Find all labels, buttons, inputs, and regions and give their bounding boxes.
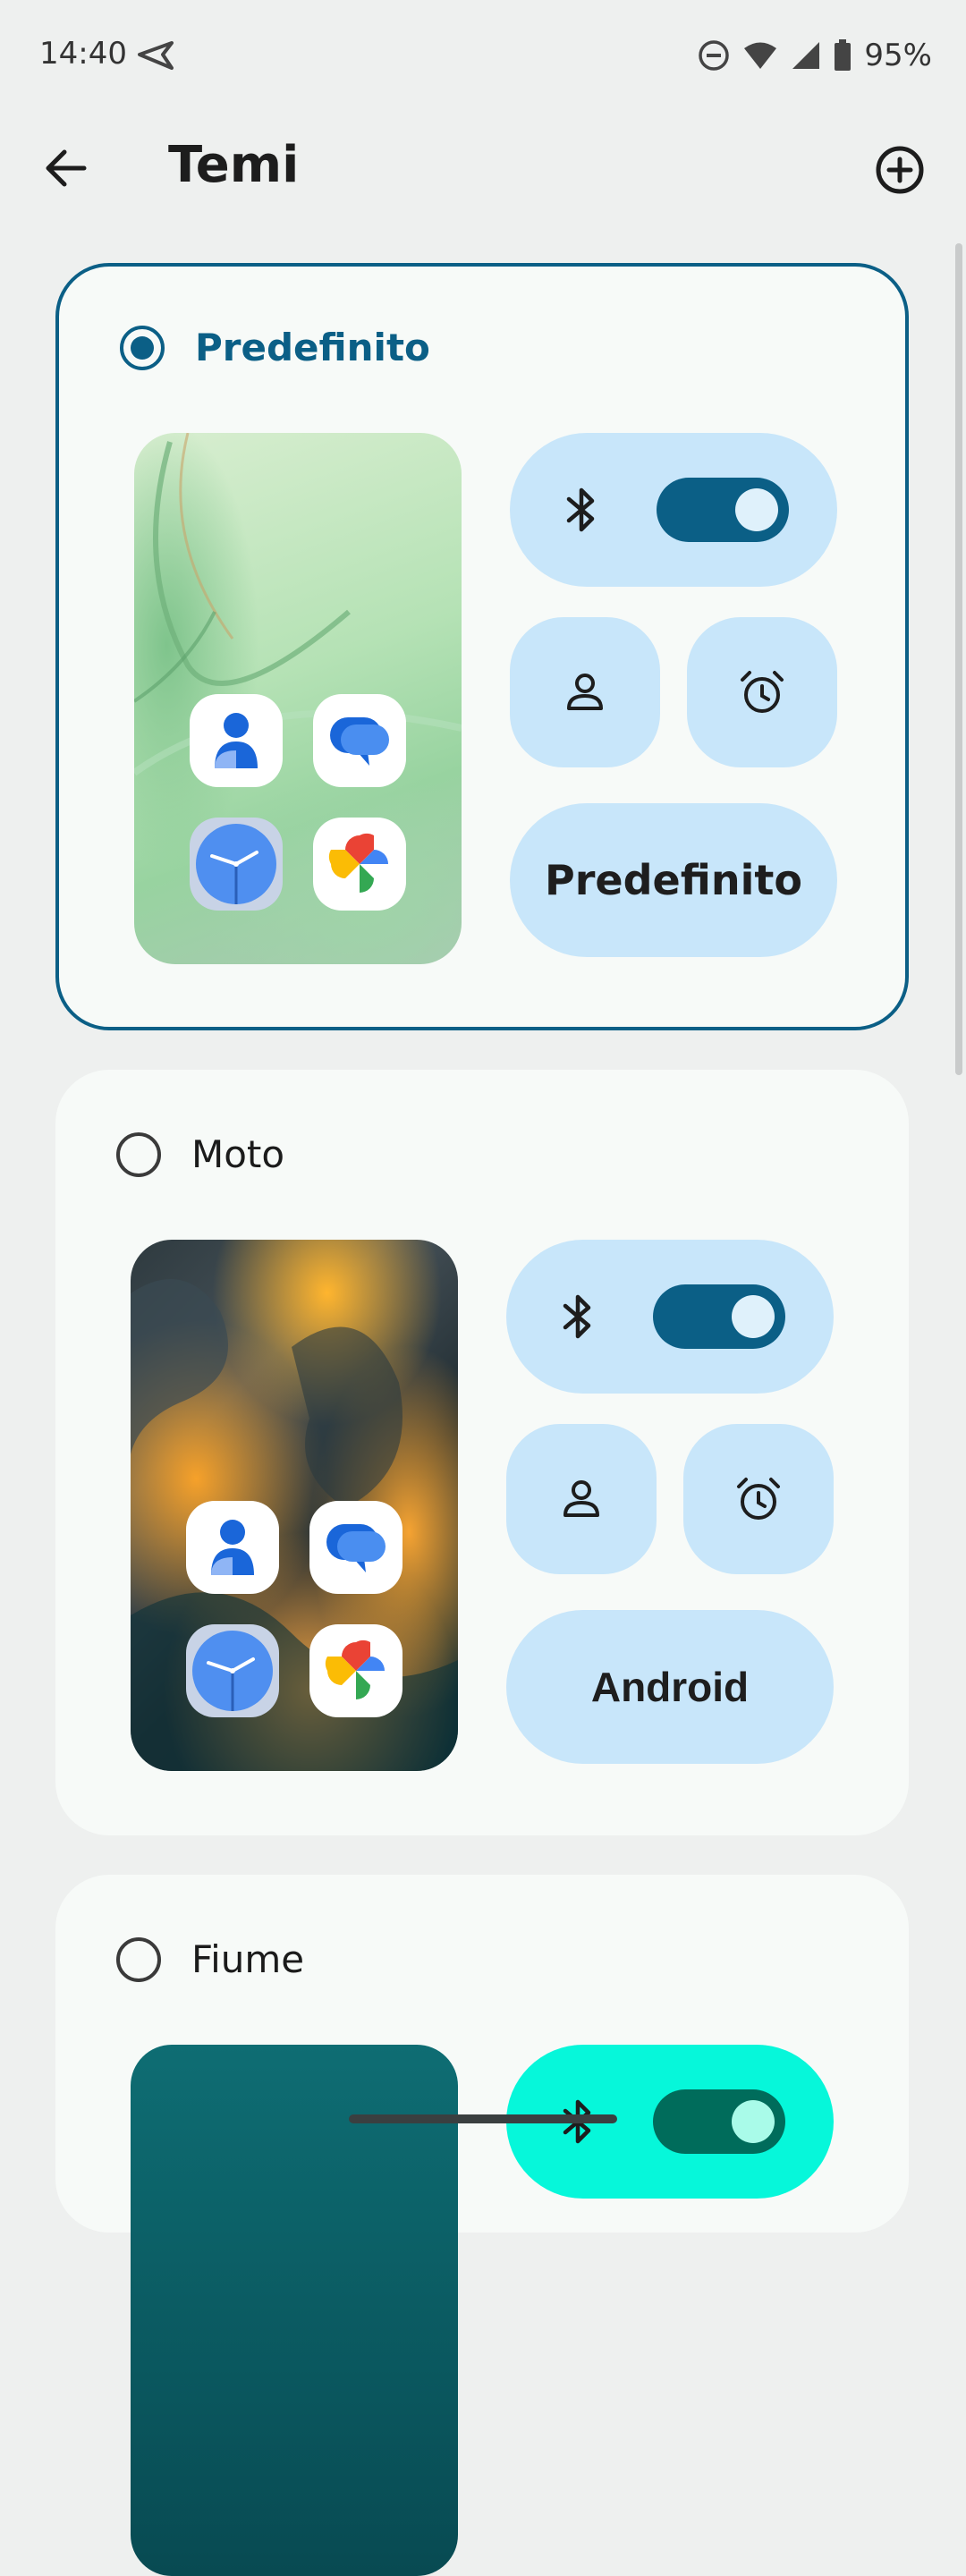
messages-app-icon xyxy=(313,694,406,787)
theme-name: Moto xyxy=(191,1132,285,1176)
battery-percent: 95% xyxy=(864,38,932,73)
battery-icon xyxy=(834,39,852,72)
signal-icon xyxy=(791,40,821,71)
user-tile[interactable] xyxy=(510,617,660,767)
send-icon xyxy=(136,39,174,76)
theme-name: Fiume xyxy=(191,1937,305,1981)
alarm-clock-icon xyxy=(741,671,784,713)
theme-card-moto[interactable]: Moto Android xyxy=(55,1070,909,1835)
navigation-handle[interactable] xyxy=(349,2114,617,2123)
toggle-knob xyxy=(735,488,778,531)
wallpaper-preview xyxy=(131,1240,458,1771)
status-icons: 95% xyxy=(698,36,932,75)
bluetooth-toggle[interactable] xyxy=(653,1284,785,1349)
theme-label-tile: Predefinito xyxy=(510,803,837,957)
bluetooth-icon xyxy=(563,1294,591,1339)
radio-button[interactable] xyxy=(116,1132,161,1177)
theme-name: Predefinito xyxy=(195,326,430,369)
wallpaper-preview xyxy=(131,2045,458,2576)
scrollbar[interactable] xyxy=(955,243,962,1075)
toggle-knob xyxy=(732,2100,775,2143)
status-time: 14:40 xyxy=(39,36,127,72)
bluetooth-icon xyxy=(566,487,595,532)
photos-app-icon xyxy=(313,818,406,911)
user-tile[interactable] xyxy=(506,1424,657,1574)
radio-button-selected[interactable] xyxy=(120,326,165,370)
clock-app-icon xyxy=(190,818,283,911)
arrow-left-icon xyxy=(46,149,87,187)
toggle-knob xyxy=(732,1295,775,1338)
bluetooth-toggle[interactable] xyxy=(657,478,789,542)
add-circle-icon xyxy=(876,146,924,194)
page-title: Temi xyxy=(168,136,300,194)
theme-card-fiume[interactable]: Fiume xyxy=(55,1875,909,2576)
add-theme-button[interactable] xyxy=(873,143,927,197)
alarm-tile[interactable] xyxy=(683,1424,834,1574)
theme-card-predefinito[interactable]: Predefinito Predefinito xyxy=(55,263,909,1030)
photos-app-icon xyxy=(309,1624,402,1717)
wifi-icon xyxy=(742,40,778,71)
person-icon xyxy=(567,674,603,710)
contacts-app-icon xyxy=(190,694,283,787)
alarm-tile[interactable] xyxy=(687,617,837,767)
messages-app-icon xyxy=(309,1501,402,1594)
bluetooth-tile[interactable] xyxy=(510,433,837,587)
theme-label-tile: Android xyxy=(506,1610,834,1764)
radio-button[interactable] xyxy=(116,1937,161,1982)
bluetooth-toggle[interactable] xyxy=(653,2089,785,2154)
clock-app-icon xyxy=(186,1624,279,1717)
do-not-disturb-icon xyxy=(698,39,730,72)
person-icon xyxy=(564,1480,599,1517)
alarm-clock-icon xyxy=(737,1478,780,1520)
contacts-app-icon xyxy=(186,1501,279,1594)
back-button[interactable] xyxy=(39,141,93,195)
wallpaper-preview xyxy=(134,433,462,964)
bluetooth-tile[interactable] xyxy=(506,1240,834,1394)
